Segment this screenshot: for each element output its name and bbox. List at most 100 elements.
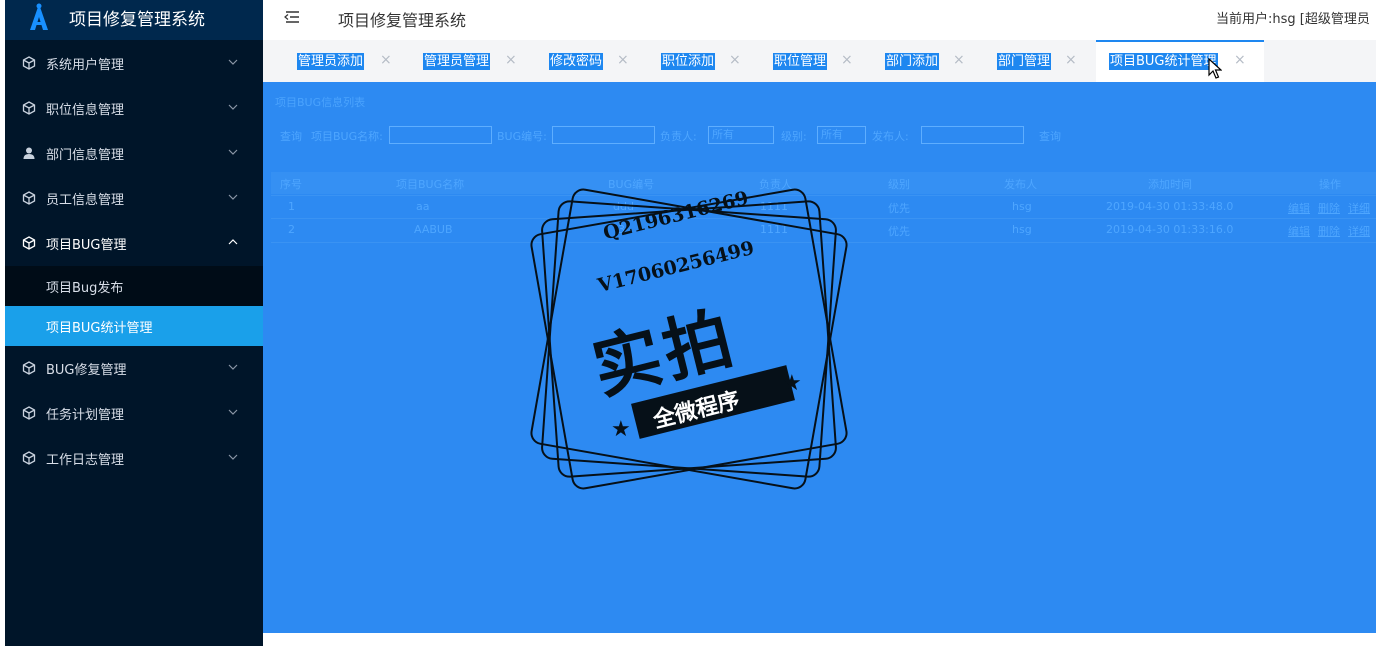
cube-icon — [22, 406, 36, 420]
cube-icon — [22, 191, 36, 205]
table-cell: aa — [416, 200, 430, 213]
close-icon[interactable]: × — [841, 52, 853, 68]
delete-link[interactable]: 删除 — [1318, 200, 1340, 216]
tab-label: 职位管理 — [773, 53, 828, 70]
sidebar-item-task-plan[interactable]: 任务计划管理 — [5, 393, 263, 433]
bug-name-input[interactable] — [389, 126, 492, 144]
chevron-down-icon — [228, 454, 238, 460]
sidebar-item-project-bug[interactable]: 项目BUG管理 — [5, 223, 263, 263]
close-icon[interactable]: × — [729, 52, 741, 68]
bug-name-label: 项目BUG名称: — [311, 130, 383, 143]
logo-icon — [27, 2, 51, 32]
tab-admin-manage[interactable]: 管理员管理 × — [423, 40, 523, 82]
detail-link[interactable]: 详细 — [1348, 200, 1370, 216]
table-cell: 1 — [288, 200, 295, 213]
publisher-input[interactable] — [921, 126, 1024, 144]
sidebar-item-employees[interactable]: 员工信息管理 — [5, 178, 263, 218]
watermark-stamp: Q2196316269 V17060256499 实拍 全微程序 ★ ★ — [528, 183, 850, 495]
delete-link[interactable]: 删除 — [1318, 223, 1340, 239]
query-label: 查询 — [280, 130, 302, 143]
cube-icon — [22, 361, 36, 375]
sidebar-subitem-bug-stats[interactable]: 项目BUG统计管理 — [5, 306, 263, 346]
close-icon[interactable]: × — [380, 52, 392, 68]
sidebar-app-title: 项目修复管理系统 — [69, 10, 205, 30]
table-cell: 优先 — [888, 202, 910, 215]
cube-icon — [22, 101, 36, 115]
sidebar-item-system-users[interactable]: 系统用户管理 — [5, 43, 263, 83]
tab-label: 管理员添加 — [297, 53, 365, 70]
tab-bug-stats[interactable]: 项目BUG统计管理 × — [1096, 40, 1264, 82]
tab-label: 部门管理 — [997, 53, 1052, 70]
chevron-down-icon — [228, 104, 238, 110]
owner-select[interactable]: 所有 — [708, 126, 774, 144]
sidebar-item-label: 职位信息管理 — [46, 103, 125, 118]
sidebar-item-label: 员工信息管理 — [46, 193, 125, 208]
user-icon — [23, 147, 35, 159]
close-icon[interactable]: × — [1234, 52, 1246, 68]
cube-icon — [22, 236, 36, 250]
bug-code-input[interactable] — [552, 126, 655, 144]
sidebar-item-bug-repair[interactable]: BUG修复管理 — [5, 348, 263, 388]
chevron-down-icon — [228, 409, 238, 415]
bug-code-label: BUG编号: — [497, 130, 547, 143]
query-button[interactable]: 查询 — [1039, 128, 1061, 144]
chevron-down-icon — [228, 364, 238, 370]
sidebar-item-label: BUG修复管理 — [46, 363, 127, 378]
close-icon[interactable]: × — [617, 52, 629, 68]
content-bottom-strip — [263, 633, 1376, 646]
level-select[interactable]: 所有 — [817, 126, 866, 144]
tab-department-manage[interactable]: 部门管理 × — [997, 40, 1087, 82]
search-form: 查询 项目BUG名称: BUG编号: 负责人: 所有 级别: 所有 发布人: 查… — [280, 126, 1370, 146]
table-cell: 2019-04-30 01:33:48.0 — [1106, 200, 1234, 213]
sidebar-item-work-log[interactable]: 工作日志管理 — [5, 438, 263, 478]
chevron-down-icon — [228, 59, 238, 65]
cube-icon — [22, 56, 36, 70]
sidebar-subitem-bug-publish[interactable]: 项目Bug发布 — [5, 266, 263, 306]
sidebar-item-label: 工作日志管理 — [46, 453, 125, 468]
owner-label: 负责人: — [660, 130, 697, 143]
header: 项目修复管理系统 当前用户:hsg [超级管理员 — [263, 0, 1376, 40]
table-header-cell: 添加时间 — [1148, 178, 1192, 191]
publisher-label: 发布人: — [872, 130, 909, 143]
star-icon: ★ — [782, 371, 802, 396]
edit-link[interactable]: 编辑 — [1288, 223, 1310, 239]
level-label: 级别: — [781, 130, 807, 143]
list-title: 项目BUG信息列表 — [275, 96, 366, 109]
table-header-cell: 项目BUG名称 — [396, 178, 465, 191]
sidebar-logo[interactable]: 项目修复管理系统 — [5, 0, 263, 40]
table-header-cell: 发布人 — [1004, 178, 1037, 191]
sidebar-subitem-label: 项目BUG统计管理 — [46, 321, 153, 336]
sidebar-item-label: 系统用户管理 — [46, 58, 125, 73]
chevron-down-icon — [228, 149, 238, 155]
sidebar-item-positions[interactable]: 职位信息管理 — [5, 88, 263, 128]
edit-link[interactable]: 编辑 — [1288, 200, 1310, 216]
tab-label: 管理员管理 — [423, 53, 491, 70]
close-icon[interactable]: × — [953, 52, 965, 68]
table-cell: 优先 — [888, 225, 910, 238]
table-cell: 2 — [288, 223, 295, 236]
table-header-cell: 级别 — [888, 178, 910, 191]
tab-change-password[interactable]: 修改密码 × — [549, 40, 639, 82]
current-user[interactable]: 当前用户:hsg [超级管理员 — [1216, 8, 1370, 27]
sidebar-item-departments[interactable]: 部门信息管理 — [5, 133, 263, 173]
sidebar-item-label: 项目BUG管理 — [46, 238, 127, 253]
table-cell: 2019-04-30 01:33:16.0 — [1106, 223, 1234, 236]
cube-icon — [22, 451, 36, 465]
tab-label: 修改密码 — [549, 53, 604, 70]
tab-department-add[interactable]: 部门添加 × — [885, 40, 975, 82]
tab-position-add[interactable]: 职位添加 × — [661, 40, 751, 82]
tab-position-manage[interactable]: 职位管理 × — [773, 40, 863, 82]
tab-label: 部门添加 — [885, 53, 940, 70]
level-select-value: 所有 — [821, 128, 843, 141]
page-title: 项目修复管理系统 — [338, 11, 467, 30]
owner-select-value: 所有 — [712, 128, 734, 141]
sidebar: 项目修复管理系统 系统用户管理 职位信息管理 部门信息管理 员工信息管理 项目B… — [5, 0, 263, 646]
menu-fold-icon[interactable] — [283, 9, 301, 25]
close-icon[interactable]: × — [1065, 52, 1077, 68]
close-icon[interactable]: × — [505, 52, 517, 68]
chevron-up-icon — [228, 239, 238, 245]
detail-link[interactable]: 详细 — [1348, 223, 1370, 239]
sidebar-subitem-label: 项目Bug发布 — [46, 281, 124, 296]
tab-admin-add[interactable]: 管理员添加 × — [297, 40, 407, 82]
table-header-cell: 序号 — [280, 178, 302, 191]
